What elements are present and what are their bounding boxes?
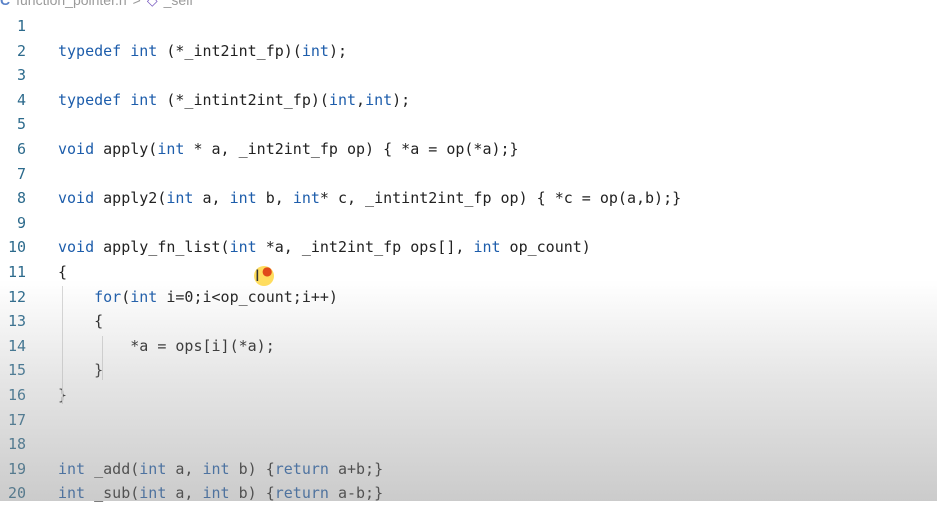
line-number: 11: [7, 263, 26, 281]
code-line[interactable]: 15 }: [0, 358, 937, 382]
code-line[interactable]: 2 typedef int (*_int2int_fp)(int);: [0, 39, 937, 63]
code-text[interactable]: void apply2(int a, int b, int* c, _intin…: [58, 186, 681, 210]
code-line[interactable]: 6 void apply(int * a, _int2int_fp op) { *…: [0, 137, 937, 161]
code-line[interactable]: 5: [0, 112, 937, 136]
line-number: 18: [7, 435, 26, 454]
code-line[interactable]: 16}: [0, 383, 937, 407]
line-number: 3: [16, 66, 26, 85]
code-line[interactable]: 14 *a = ops[i](*a);: [0, 334, 937, 358]
code-line[interactable]: 20 int _sub(int a, int b) {return a-b;}: [0, 481, 937, 505]
code-line[interactable]: 7: [0, 162, 937, 186]
breadcrumb: C function_pointer.h > ◇ _self: [0, 0, 193, 8]
breadcrumb-separator: >: [132, 0, 141, 8]
line-number: 1: [16, 17, 26, 35]
code-line[interactable]: 10 void apply_fn_list(int *a, _int2int_fp…: [0, 235, 937, 259]
click-indicator-icon: ●: [262, 264, 273, 278]
line-number: 2: [16, 41, 26, 60]
line-number: 6: [16, 140, 26, 158]
code-line[interactable]: 9: [0, 211, 937, 235]
line-number: 4: [16, 90, 26, 109]
breadcrumb-file[interactable]: function_pointer.h: [16, 0, 127, 8]
code-text[interactable]: {: [58, 260, 67, 284]
line-number: 12: [7, 287, 26, 306]
code-line[interactable]: 11 {: [0, 260, 937, 284]
line-number: 16: [7, 386, 26, 404]
code-text[interactable]: {: [58, 309, 103, 333]
indent-guide: [62, 286, 63, 404]
symbol-icon: ◇: [147, 0, 158, 9]
line-number: 9: [16, 213, 26, 232]
code-line[interactable]: 3: [0, 63, 937, 87]
code-line[interactable]: 18: [0, 432, 937, 456]
code-line[interactable]: 12 for(int i=0;i<op_count;i++): [0, 285, 937, 309]
line-number: 17: [7, 410, 26, 429]
code-text[interactable]: void apply_fn_list(int *a, _int2int_fp o…: [58, 235, 591, 259]
c-file-icon: C: [0, 0, 11, 8]
code-text[interactable]: int _add(int a, int b) {return a+b;}: [58, 457, 383, 481]
line-number: 8: [16, 189, 26, 208]
code-line[interactable]: 8 void apply2(int a, int b, int* c, _inti…: [0, 186, 937, 210]
indent-guide: [102, 336, 103, 380]
code-text[interactable]: int _sub(int a, int b) {return a-b;}: [58, 481, 383, 505]
line-number: 19: [7, 459, 26, 478]
line-number: 10: [7, 238, 26, 257]
code-line[interactable]: 4 typedef int (*_intint2int_fp)(int,int);: [0, 88, 937, 112]
text-cursor-icon: I: [255, 266, 260, 285]
code-editor[interactable]: 1 2 typedef int (*_int2int_fp)(int); 3 4 type…: [0, 14, 937, 502]
code-text[interactable]: for(int i=0;i<op_count;i++): [58, 285, 338, 309]
line-number: 7: [16, 164, 26, 183]
code-text[interactable]: }: [58, 358, 103, 382]
line-number: 15: [7, 361, 26, 380]
breadcrumb-symbol[interactable]: _self: [164, 0, 194, 8]
code-text[interactable]: void apply(int * a, _int2int_fp op) { *a…: [58, 137, 519, 161]
line-number: 20: [7, 484, 26, 503]
line-number: 13: [7, 312, 26, 331]
code-line[interactable]: 1: [0, 14, 937, 38]
line-number: 14: [7, 336, 26, 355]
code-text[interactable]: typedef int (*_int2int_fp)(int);: [58, 39, 347, 63]
code-text[interactable]: *a = ops[i](*a);: [58, 334, 275, 358]
code-line[interactable]: 13 {: [0, 309, 937, 333]
code-text[interactable]: typedef int (*_intint2int_fp)(int,int);: [58, 88, 410, 112]
code-line[interactable]: 19 int _add(int a, int b) {return a+b;}: [0, 457, 937, 481]
line-number: 5: [16, 115, 26, 134]
code-line[interactable]: 17: [0, 408, 937, 432]
